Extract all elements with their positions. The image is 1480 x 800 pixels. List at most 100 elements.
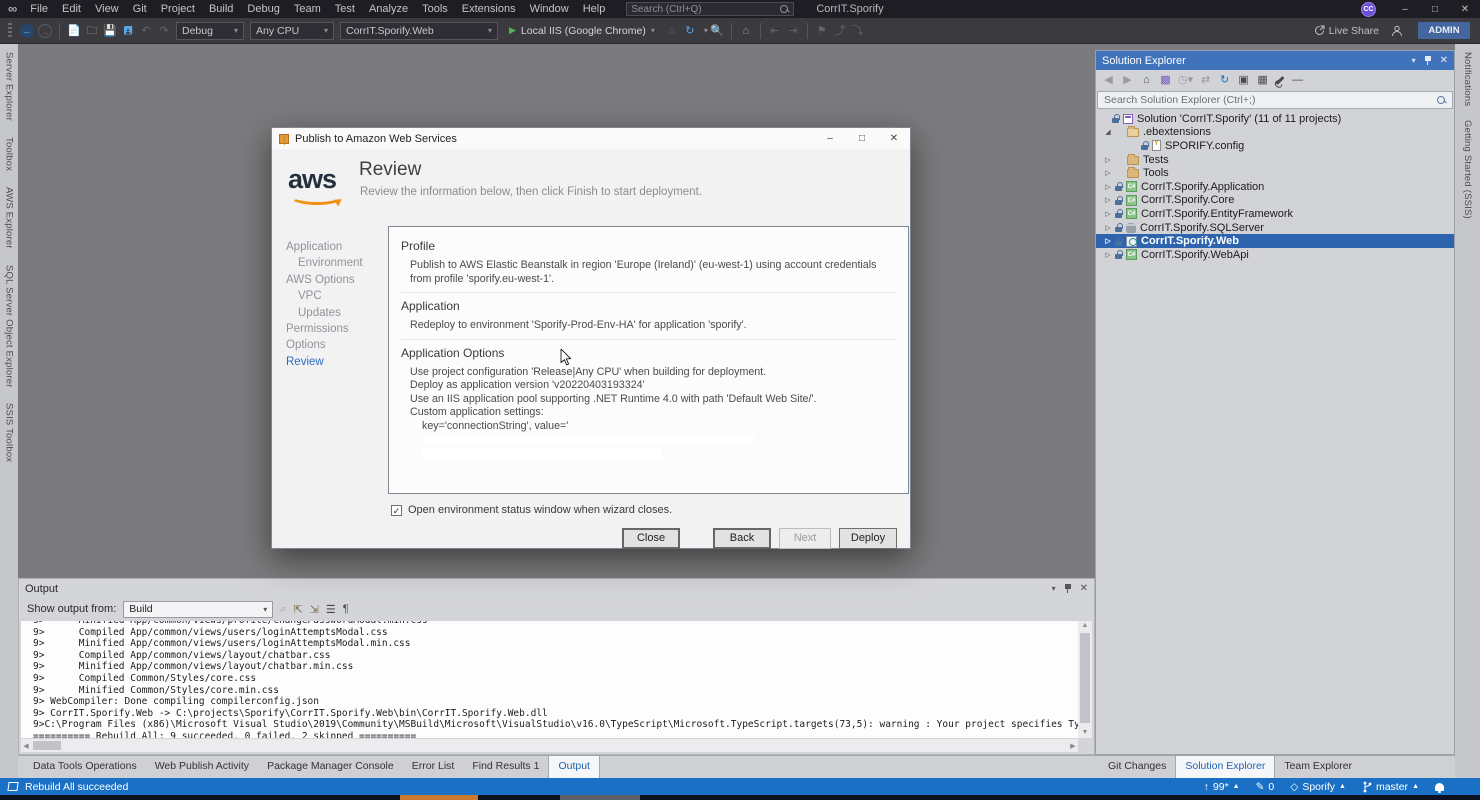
forward-icon[interactable]: → xyxy=(38,24,52,38)
menu-analyze[interactable]: Analyze xyxy=(362,3,415,15)
wizard-nav-review[interactable]: Review xyxy=(286,354,384,370)
menu-view[interactable]: View xyxy=(88,3,126,15)
live-share-button[interactable]: Live Share xyxy=(1314,25,1379,37)
previous-bookmark-icon[interactable]: ⤴ xyxy=(832,23,848,39)
home-icon[interactable]: ⌂ xyxy=(738,23,754,39)
wizard-nav-application[interactable]: Application xyxy=(286,239,384,255)
bell-icon[interactable] xyxy=(1435,783,1444,791)
solution-explorer-search[interactable]: Search Solution Explorer (Ctrl+;) xyxy=(1097,91,1453,109)
build-output-log[interactable]: 9> Minified App/common/views/profile/cha… xyxy=(21,621,1078,738)
expander-closed-icon[interactable] xyxy=(1104,156,1112,164)
chevron-down-icon[interactable]: ▾ xyxy=(1052,584,1056,593)
panel-tab-error-list[interactable]: Error List xyxy=(403,756,464,778)
tree-item-ebextensions[interactable]: .ebextensions xyxy=(1096,126,1454,140)
menu-extensions[interactable]: Extensions xyxy=(455,3,523,15)
menu-build[interactable]: Build xyxy=(202,3,240,15)
side-tab-sql-server-object-explorer[interactable]: SQL Server Object Explorer xyxy=(4,265,15,388)
scroll-left-icon[interactable]: ◀ xyxy=(21,742,31,750)
back-icon[interactable]: ← xyxy=(20,24,34,38)
save-icon[interactable]: 💾 xyxy=(102,23,118,39)
panel-tab-solution-explorer[interactable]: Solution Explorer xyxy=(1175,756,1275,778)
tree-item-corrit-sporify-sqlserver[interactable]: CorrIT.Sporify.SQLServer xyxy=(1096,221,1454,235)
admin-button[interactable]: ADMIN xyxy=(1418,22,1470,39)
open-folder-icon[interactable]: 🗀 xyxy=(84,23,100,39)
menu-debug[interactable]: Debug xyxy=(240,3,286,15)
redo-icon[interactable]: ↷ xyxy=(156,23,172,39)
pin-icon[interactable] xyxy=(1064,584,1072,594)
platform-dropdown[interactable]: Any CPU▾ xyxy=(250,22,334,40)
menu-test[interactable]: Test xyxy=(328,3,362,15)
tree-item-corrit-sporify-application[interactable]: CorrIT.Sporify.Application xyxy=(1096,180,1454,194)
side-tab-toolbox[interactable]: Toolbox xyxy=(4,137,15,171)
pending-changes-filter-icon[interactable]: ◷▾ xyxy=(1178,73,1193,88)
panel-tab-web-publish-activity[interactable]: Web Publish Activity xyxy=(146,756,258,778)
output-source-dropdown[interactable]: Build ▾ xyxy=(123,601,273,618)
configuration-dropdown[interactable]: Debug▾ xyxy=(176,22,244,40)
expander-closed-icon[interactable] xyxy=(1104,196,1112,204)
refresh-icon[interactable]: ↻ xyxy=(1218,73,1231,88)
next-button[interactable]: Next xyxy=(779,528,831,549)
scrollbar-thumb[interactable] xyxy=(1080,633,1090,723)
expander-closed-icon[interactable] xyxy=(1104,169,1112,177)
tree-item-corrit-sporify-core[interactable]: CorrIT.Sporify.Core xyxy=(1096,194,1454,208)
find-message-icon[interactable]: ⌕ xyxy=(280,603,286,616)
wizard-nav-vpc[interactable]: VPC xyxy=(286,288,384,304)
expander-closed-icon[interactable] xyxy=(1104,210,1112,218)
expander-closed-icon[interactable] xyxy=(1104,224,1112,232)
properties-wrench-icon[interactable] xyxy=(1276,76,1285,85)
panel-tab-team-explorer[interactable]: Team Explorer xyxy=(1275,756,1361,778)
scroll-down-icon[interactable]: ▼ xyxy=(1082,728,1089,738)
panel-tab-output[interactable]: Output xyxy=(548,756,600,778)
unindent-icon[interactable]: ⇤ xyxy=(767,23,783,39)
tree-item-solution-corrit-sporify-11-of-11-projects[interactable]: Solution 'CorrIT.Sporify' (11 of 11 proj… xyxy=(1096,112,1454,126)
deploy-button[interactable]: Deploy xyxy=(839,528,897,549)
back-button[interactable]: Back xyxy=(713,528,771,549)
menu-file[interactable]: File xyxy=(23,3,55,15)
indent-icon[interactable]: ⇥ xyxy=(785,23,801,39)
scrollbar-thumb[interactable] xyxy=(33,741,61,750)
wizard-nav-permissions[interactable]: Permissions xyxy=(286,321,384,337)
hot-reload-icon[interactable]: ♨ xyxy=(664,23,680,39)
forward-icon[interactable]: ▶ xyxy=(1121,73,1134,88)
panel-tab-data-tools-operations[interactable]: Data Tools Operations xyxy=(24,756,146,778)
close-icon[interactable]: ✕ xyxy=(1450,4,1480,15)
clear-all-icon[interactable]: ☰ xyxy=(326,603,336,616)
side-tab-aws-explorer[interactable]: AWS Explorer xyxy=(4,187,15,249)
startup-project-dropdown[interactable]: CorrIT.Sporify.Web▾ xyxy=(340,22,498,40)
home-icon[interactable]: ⌂ xyxy=(1140,73,1153,88)
tree-item-corrit-sporify-web[interactable]: CorrIT.Sporify.Web xyxy=(1096,234,1454,248)
save-all-icon[interactable]: 🖪 xyxy=(120,23,136,39)
wizard-nav-options[interactable]: Options xyxy=(286,337,384,353)
side-tab-server-explorer[interactable]: Server Explorer xyxy=(4,52,15,121)
pending-edits-button[interactable]: ✎ 0 xyxy=(1256,781,1275,793)
side-tab-ssis-toolbox[interactable]: SSIS Toolbox xyxy=(4,403,15,462)
scroll-up-icon[interactable]: ▲ xyxy=(1082,621,1089,631)
word-wrap-icon[interactable]: ¶ xyxy=(343,603,349,615)
wizard-nav-environment[interactable]: Environment xyxy=(286,255,384,271)
panel-tab-git-changes[interactable]: Git Changes xyxy=(1099,756,1175,778)
person-icon[interactable] xyxy=(1391,25,1404,37)
tree-item-sporify-config[interactable]: SPORIFY.config xyxy=(1096,139,1454,153)
branch-button[interactable]: master ▲ xyxy=(1362,781,1419,793)
tree-item-corrit-sporify-entityframework[interactable]: CorrIT.Sporify.EntityFramework xyxy=(1096,207,1454,221)
horizontal-scrollbar[interactable]: ◀ ▶ xyxy=(21,739,1078,752)
menu-team[interactable]: Team xyxy=(287,3,328,15)
switch-views-icon[interactable]: ▩ xyxy=(1159,73,1172,88)
refresh-icon[interactable]: ↻ xyxy=(682,23,698,39)
wizard-nav-updates[interactable]: Updates xyxy=(286,305,384,321)
push-commits-button[interactable]: ↑ 99* ▲ xyxy=(1204,781,1240,793)
close-icon[interactable]: ✕ xyxy=(1080,583,1088,594)
minimize-icon[interactable]: – xyxy=(814,129,846,149)
menu-project[interactable]: Project xyxy=(154,3,202,15)
bookmark-icon[interactable]: ⚑ xyxy=(814,23,830,39)
expander-closed-icon[interactable] xyxy=(1104,237,1112,245)
vertical-scrollbar[interactable]: ▲ ▼ xyxy=(1078,621,1092,738)
preview-selected-icon[interactable]: — xyxy=(1291,73,1304,88)
maximize-icon[interactable]: □ xyxy=(1420,4,1450,15)
collapse-all-icon[interactable]: ▣ xyxy=(1237,73,1250,88)
panel-tab-package-manager-console[interactable]: Package Manager Console xyxy=(258,756,403,778)
undo-icon[interactable]: ↶ xyxy=(138,23,154,39)
start-debugging-button[interactable]: ▶ Local IIS (Google Chrome) ▾ xyxy=(505,22,659,40)
menu-help[interactable]: Help xyxy=(576,3,613,15)
quick-search-box[interactable]: Search (Ctrl+Q) xyxy=(626,2,794,16)
